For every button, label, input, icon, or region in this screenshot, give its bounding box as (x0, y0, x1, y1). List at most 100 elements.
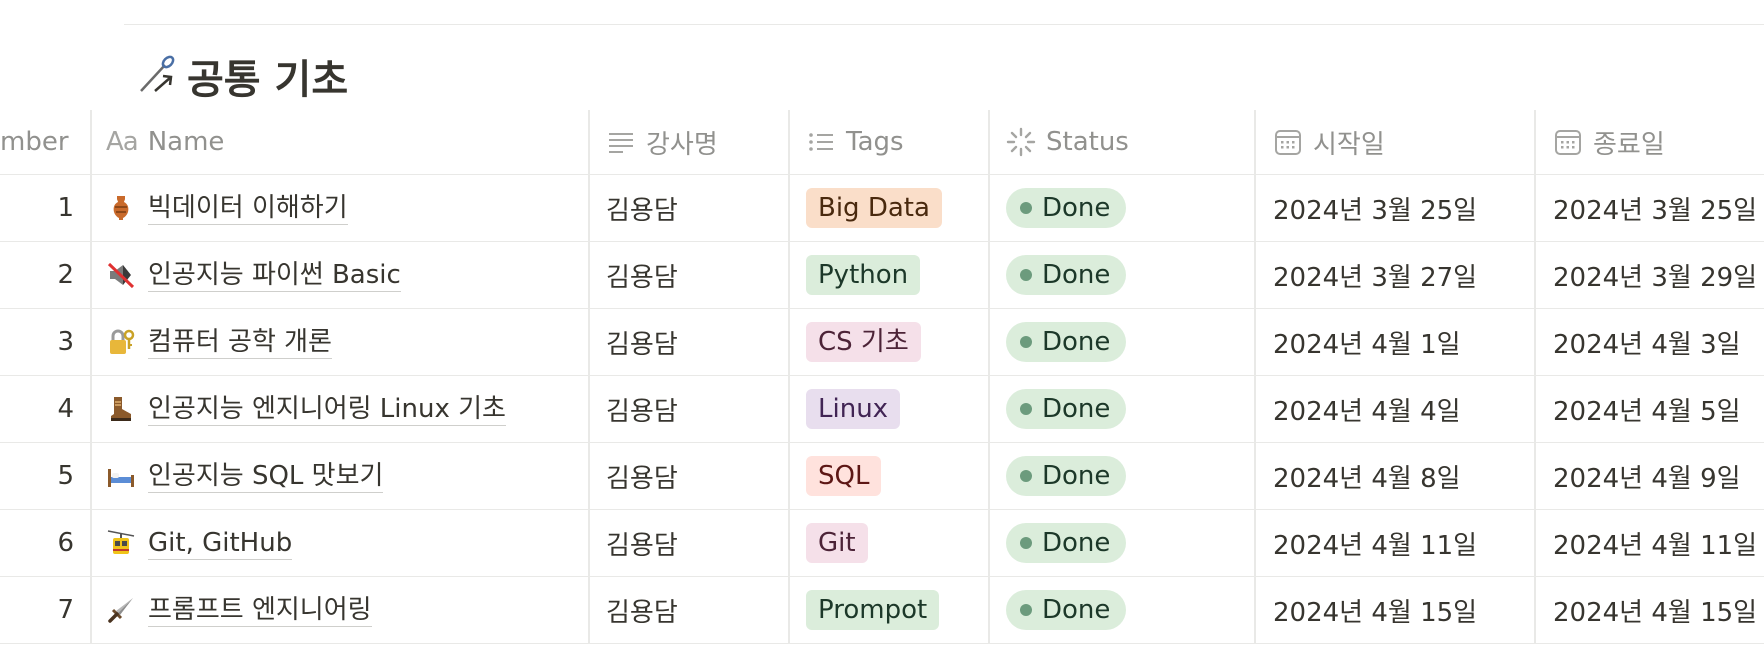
end-date: 2024년 3월 29일 (1553, 262, 1758, 293)
status-cell[interactable]: Done (990, 175, 1254, 241)
page-link[interactable]: 인공지능 엔지니어링 Linux 기초 (148, 393, 506, 426)
start-date-cell[interactable]: 2024년 3월 27일 (1256, 242, 1534, 308)
instructor-cell[interactable]: 김용담 (590, 443, 788, 509)
tags-cell[interactable]: Prompot (790, 577, 988, 643)
column-header-instructor[interactable]: 강사명 (590, 110, 788, 174)
instructor-name: 김용담 (606, 262, 678, 293)
column-header-status[interactable]: Status (990, 110, 1254, 174)
status-dot-icon (1020, 470, 1032, 482)
tags-cell[interactable]: SQL (790, 443, 988, 509)
status-badge: Done (1006, 322, 1127, 362)
table-row[interactable]: 2 인공지능 파이썬 Basic 김용담 Python Done 2024년 3… (0, 242, 1764, 309)
row-number-cell[interactable]: 4 (0, 376, 90, 442)
column-header-start-date[interactable]: 시작일 (1256, 110, 1534, 174)
row-number-cell[interactable]: 6 (0, 510, 90, 576)
row-number-cell[interactable]: 1 (0, 175, 90, 241)
start-date-cell[interactable]: 2024년 4월 11일 (1256, 510, 1534, 576)
status-cell[interactable]: Done (990, 309, 1254, 375)
end-date: 2024년 4월 5일 (1553, 396, 1741, 427)
start-date-cell[interactable]: 2024년 3월 25일 (1256, 175, 1534, 241)
start-date-cell[interactable]: 2024년 4월 4일 (1256, 376, 1534, 442)
status-badge: Done (1006, 523, 1127, 563)
end-date-cell[interactable]: 2024년 3월 25일 (1536, 175, 1764, 241)
row-number-cell[interactable]: 5 (0, 443, 90, 509)
status-label: Done (1042, 394, 1111, 424)
name-cell[interactable]: 프롬프트 엔지니어링 (92, 577, 588, 643)
amphora-icon[interactable] (106, 193, 136, 223)
status-cell[interactable]: Done (990, 242, 1254, 308)
row-number-cell[interactable]: 3 (0, 309, 90, 375)
status-cell[interactable]: Done (990, 510, 1254, 576)
status-badge: Done (1006, 188, 1127, 228)
tags-cell[interactable]: Git (790, 510, 988, 576)
page-title-text: 공통 기초 (187, 57, 349, 103)
hiking-boot-icon[interactable] (106, 394, 136, 424)
start-date-cell[interactable]: 2024년 4월 15일 (1256, 577, 1534, 643)
end-date: 2024년 3월 25일 (1553, 195, 1758, 226)
column-header-end-date[interactable]: 종료일 (1536, 110, 1764, 174)
end-date-cell[interactable]: 2024년 4월 5일 (1536, 376, 1764, 442)
bed-icon[interactable] (106, 461, 136, 491)
table-row[interactable]: 1 빅데이터 이해하기 김용담 Big Data Done 2024년 3월 2… (0, 175, 1764, 242)
table-body: 1 빅데이터 이해하기 김용담 Big Data Done 2024년 3월 2… (0, 175, 1764, 644)
page-link[interactable]: 인공지능 파이썬 Basic (148, 259, 401, 292)
instructor-cell[interactable]: 김용담 (590, 175, 788, 241)
name-cell[interactable]: 컴퓨터 공학 개론 (92, 309, 588, 375)
name-cell[interactable]: 인공지능 엔지니어링 Linux 기초 (92, 376, 588, 442)
name-cell[interactable]: 빅데이터 이해하기 (92, 175, 588, 241)
page-link[interactable]: Git, GitHub (148, 527, 293, 560)
row-number: 6 (57, 528, 74, 558)
page-link[interactable]: 프롬프트 엔지니어링 (148, 594, 372, 627)
instructor-name: 김용담 (606, 597, 678, 628)
column-header-tags[interactable]: Tags (790, 110, 988, 174)
instructor-cell[interactable]: 김용담 (590, 510, 788, 576)
column-header-name[interactable]: Aa Name (92, 110, 588, 174)
instructor-cell[interactable]: 김용담 (590, 376, 788, 442)
status-dot-icon (1020, 202, 1032, 214)
page-link[interactable]: 빅데이터 이해하기 (148, 192, 348, 225)
page-link[interactable]: 인공지능 SQL 맛보기 (148, 460, 384, 493)
end-date-cell[interactable]: 2024년 4월 11일 (1536, 510, 1764, 576)
locked-with-key-icon[interactable] (106, 327, 136, 357)
name-cell[interactable]: 인공지능 파이썬 Basic (92, 242, 588, 308)
table-row[interactable]: 5 인공지능 SQL 맛보기 김용담 SQL Done 2024년 4월 8일 (0, 443, 1764, 510)
status-cell[interactable]: Done (990, 577, 1254, 643)
start-date-cell[interactable]: 2024년 4월 1일 (1256, 309, 1534, 375)
end-date-cell[interactable]: 2024년 4월 15일 (1536, 577, 1764, 643)
end-date-cell[interactable]: 2024년 3월 29일 (1536, 242, 1764, 308)
table-row[interactable]: 4 인공지능 엔지니어링 Linux 기초 김용담 Linux Done 202… (0, 376, 1764, 443)
status-label: Done (1042, 193, 1111, 223)
tags-cell[interactable]: Linux (790, 376, 988, 442)
name-cell[interactable]: Git, GitHub (92, 510, 588, 576)
row-number-cell[interactable]: 2 (0, 242, 90, 308)
status-cell[interactable]: Done (990, 443, 1254, 509)
row-number-cell[interactable]: 7 (0, 577, 90, 643)
status-cell[interactable]: Done (990, 376, 1254, 442)
database-table: mber Aa Name 강사명 Tags Status 시작일 종료일 1 빅… (0, 110, 1764, 644)
instructor-cell[interactable]: 김용담 (590, 309, 788, 375)
muted-speaker-icon[interactable] (106, 260, 136, 290)
table-row[interactable]: 3 컴퓨터 공학 개론 김용담 CS 기초 Done 2024년 4월 1일 2… (0, 309, 1764, 376)
name-cell[interactable]: 인공지능 SQL 맛보기 (92, 443, 588, 509)
instructor-cell[interactable]: 김용담 (590, 577, 788, 643)
start-date-cell[interactable]: 2024년 4월 8일 (1256, 443, 1534, 509)
instructor-cell[interactable]: 김용담 (590, 242, 788, 308)
table-row[interactable]: 6 Git, GitHub 김용담 Git Done 2024년 4월 11일 (0, 510, 1764, 577)
column-header-number[interactable]: mber (0, 110, 90, 174)
end-date: 2024년 4월 15일 (1553, 597, 1758, 628)
end-date-cell[interactable]: 2024년 4월 9일 (1536, 443, 1764, 509)
tags-cell[interactable]: Big Data (790, 175, 988, 241)
status-label: Done (1042, 595, 1111, 625)
tags-cell[interactable]: CS 기초 (790, 309, 988, 375)
status-badge: Done (1006, 389, 1127, 429)
dagger-icon[interactable] (106, 595, 136, 625)
end-date-cell[interactable]: 2024년 4월 3일 (1536, 309, 1764, 375)
row-number: 3 (57, 327, 74, 357)
status-dot-icon (1020, 537, 1032, 549)
aerial-tramway-icon[interactable] (106, 528, 136, 558)
page-link[interactable]: 컴퓨터 공학 개론 (148, 326, 332, 359)
tags-cell[interactable]: Python (790, 242, 988, 308)
table-row[interactable]: 7 프롬프트 엔지니어링 김용담 Prompot Done 2024년 4월 1… (0, 577, 1764, 644)
status-dot-icon (1020, 604, 1032, 616)
tag-badge: Big Data (806, 188, 942, 228)
